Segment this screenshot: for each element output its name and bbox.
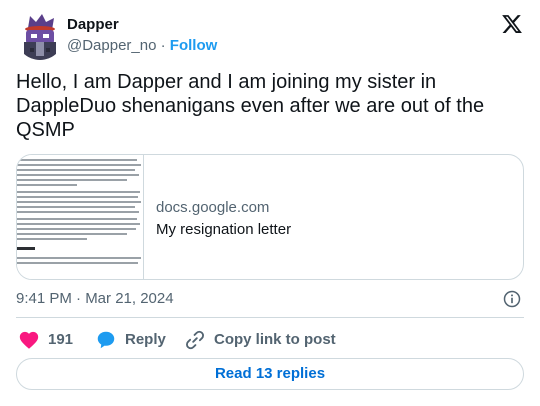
follow-button[interactable]: Follow: [170, 37, 218, 54]
tweet-text: Hello, I am Dapper and I am joining my s…: [16, 71, 490, 141]
link-title: My resignation letter: [156, 221, 292, 238]
display-name[interactable]: Dapper: [67, 15, 217, 35]
avatar-image: [16, 12, 64, 60]
author-info: Dapper @Dapper_no · Follow: [67, 15, 217, 56]
x-logo-icon[interactable]: [501, 13, 523, 35]
like-count: 191: [48, 331, 74, 348]
heart-icon: [19, 331, 39, 349]
tweet-header: Dapper @Dapper_no · Follow: [16, 12, 524, 60]
link-card[interactable]: docs.google.com My resignation letter: [16, 154, 524, 280]
reply-button[interactable]: Reply: [95, 328, 166, 352]
handle-line: @Dapper_no · Follow: [67, 36, 217, 56]
document-preview: [17, 155, 144, 279]
read-replies-button[interactable]: Read 13 replies: [16, 358, 524, 390]
divider: [16, 317, 524, 318]
user-handle[interactable]: @Dapper_no: [67, 37, 156, 54]
separator-dot: ·: [160, 37, 166, 54]
copy-link-button[interactable]: Copy link to post: [184, 328, 336, 352]
link-card-info: docs.google.com My resignation letter: [156, 198, 291, 240]
link-domain: docs.google.com: [156, 199, 270, 216]
reply-label: Reply: [125, 331, 166, 348]
read-replies-label: Read 13 replies: [214, 365, 326, 382]
link-icon: [186, 330, 204, 350]
reply-bubble-icon: [97, 331, 115, 349]
like-button[interactable]: 191: [18, 328, 73, 352]
info-icon[interactable]: [502, 289, 522, 309]
timestamp[interactable]: 9:41 PM · Mar 21, 2024: [16, 289, 174, 309]
copy-link-label: Copy link to post: [214, 331, 336, 348]
action-bar: 191 Reply Copy link to post: [16, 328, 524, 352]
avatar[interactable]: [16, 12, 64, 60]
